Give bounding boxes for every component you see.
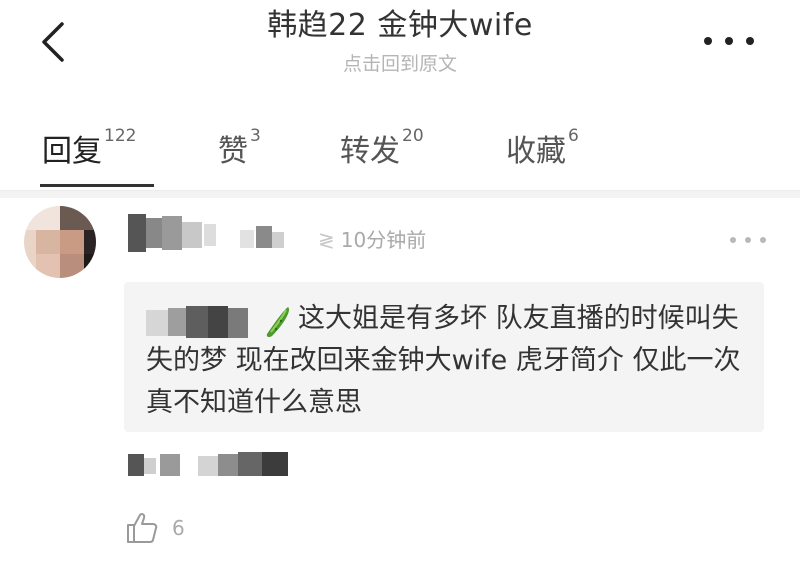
tab-count: 3 xyxy=(250,126,261,146)
top-bar: 韩趋22 金钟大wife 点击回到原文 xyxy=(0,0,800,96)
more-horizontal-icon xyxy=(760,237,766,243)
like-count: 6 xyxy=(172,516,185,540)
back-button[interactable] xyxy=(36,18,76,66)
quoted-comment[interactable]: 这大姐是有多坏 队友直播的时候叫失失的梦 现在改回来金钟大wife 虎牙简介 仅… xyxy=(124,282,764,432)
page-title: 韩趋22 金钟大wife xyxy=(267,8,533,43)
time-label: 10分钟前 xyxy=(340,228,427,252)
more-options-button[interactable] xyxy=(704,26,754,56)
avatar[interactable] xyxy=(24,206,96,278)
comment-more-button[interactable] xyxy=(730,232,766,248)
tab-replies[interactable]: 回复 122 xyxy=(42,126,136,170)
tab-label: 赞 xyxy=(218,134,248,169)
reply-author-pixelated[interactable] xyxy=(128,450,298,478)
like-button[interactable]: 6 xyxy=(124,508,185,548)
tab-label: 收藏 xyxy=(506,134,566,169)
tab-label: 回复 xyxy=(42,134,102,169)
more-horizontal-icon xyxy=(745,237,751,243)
tab-count: 20 xyxy=(402,126,424,146)
active-tab-indicator xyxy=(40,184,154,187)
tab-count: 6 xyxy=(568,126,579,146)
title-area[interactable]: 韩趋22 金钟大wife 点击回到原文 xyxy=(150,4,650,78)
separator: ≷ xyxy=(318,228,335,252)
username-pixelated[interactable] xyxy=(128,214,308,252)
tab-count: 122 xyxy=(104,126,137,146)
tab-likes[interactable]: 赞3 xyxy=(218,126,261,170)
more-horizontal-icon xyxy=(704,37,712,45)
comment-time: ≷ 10分钟前 xyxy=(318,224,426,253)
more-horizontal-icon xyxy=(730,237,736,243)
tab-favorites[interactable]: 收藏 6 xyxy=(506,126,579,170)
back-to-original-link[interactable]: 点击回到原文 xyxy=(150,50,650,78)
thumbs-up-icon xyxy=(127,513,158,543)
more-horizontal-icon xyxy=(725,37,733,45)
section-divider xyxy=(0,190,800,198)
tab-label: 转发 xyxy=(340,134,400,169)
quoted-text: 这大姐是有多坏 队友直播的时候叫失失的梦 现在改回来金钟大wife 虎牙简介 仅… xyxy=(146,303,741,418)
tab-reposts[interactable]: 转发 20 xyxy=(340,126,424,170)
more-horizontal-icon xyxy=(746,37,754,45)
chevron-left-icon xyxy=(42,22,64,62)
tab-bar: 回复 122 赞3 转发 20 收藏 6 xyxy=(0,110,800,190)
